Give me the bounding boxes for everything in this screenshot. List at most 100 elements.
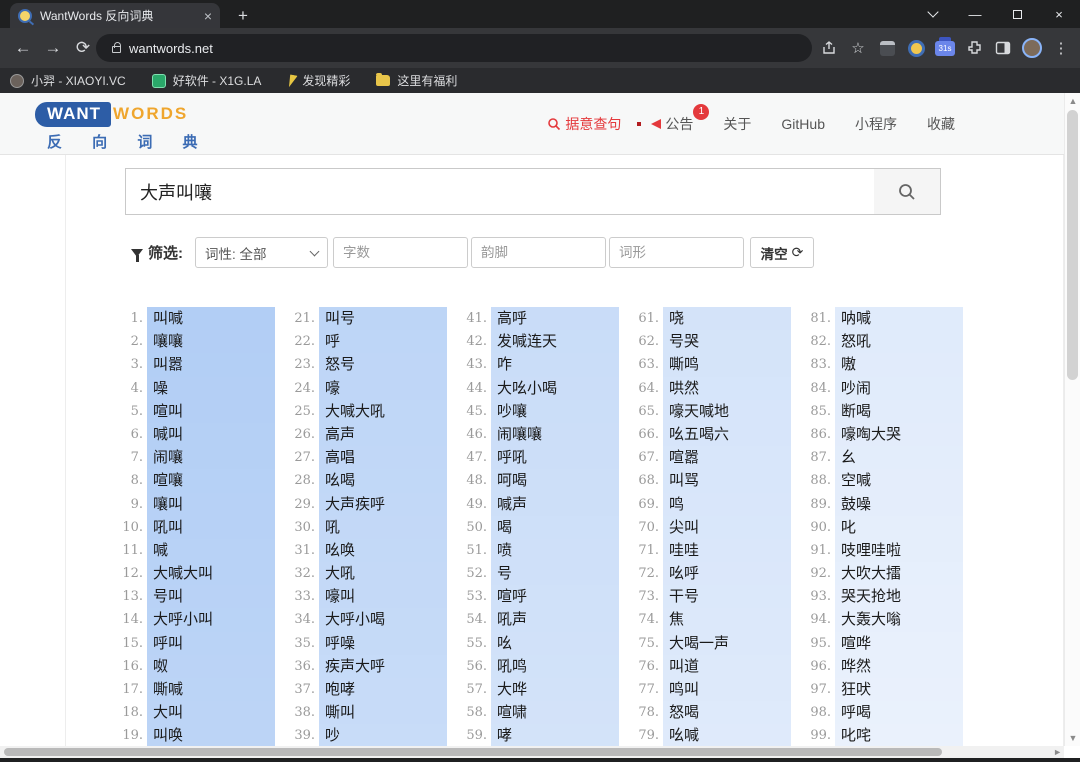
result-word[interactable]: 叫嚣 <box>147 353 275 376</box>
result-word[interactable]: 断喝 <box>835 400 963 423</box>
result-word[interactable]: 疾声大呼 <box>319 655 447 678</box>
result-word[interactable]: 大呼小叫 <box>147 608 275 631</box>
minimize-button[interactable]: — <box>954 0 996 28</box>
result-word[interactable]: 吆喊 <box>663 724 791 747</box>
result-word[interactable]: 嘶喊 <box>147 678 275 701</box>
tab-search-chevron-icon[interactable] <box>912 0 954 28</box>
result-word[interactable]: 怒号 <box>319 353 447 376</box>
menu-dots-icon[interactable]: ⋮ <box>1050 37 1072 59</box>
vertical-scroll-thumb[interactable] <box>1067 110 1078 380</box>
rhyme-filter-input[interactable] <box>471 237 606 268</box>
result-word[interactable]: 嘶鸣 <box>663 353 791 376</box>
result-word[interactable]: 喊声 <box>491 493 619 516</box>
result-word[interactable]: 喊 <box>147 539 275 562</box>
browser-tab[interactable]: WantWords 反向词典 × <box>10 3 220 28</box>
result-word[interactable]: 狂吠 <box>835 678 963 701</box>
nav-github[interactable]: GitHub <box>781 116 825 132</box>
result-word[interactable]: 哄然 <box>663 377 791 400</box>
result-word[interactable]: 嚷叫 <box>147 493 275 516</box>
refresh-icon[interactable]: ⟳ <box>68 38 98 58</box>
result-word[interactable]: 叫唤 <box>147 724 275 747</box>
bookmark-item[interactable]: 发现精彩 <box>287 72 350 89</box>
vertical-scrollbar[interactable]: ▲ ▼ <box>1064 93 1080 746</box>
bookmark-item[interactable]: 小羿 - XIAOYI.VC <box>10 72 126 89</box>
horizontal-scroll-thumb[interactable] <box>4 748 942 756</box>
result-word[interactable]: 大吹大擂 <box>835 562 963 585</box>
maximize-button[interactable] <box>996 0 1038 28</box>
result-word[interactable]: 呶 <box>147 655 275 678</box>
result-word[interactable]: 哇哇 <box>663 539 791 562</box>
result-word[interactable]: 嘶叫 <box>319 701 447 724</box>
result-word[interactable]: 大叫 <box>147 701 275 724</box>
forward-icon[interactable]: → <box>38 38 68 58</box>
result-word[interactable]: 大喊大吼 <box>319 400 447 423</box>
result-word[interactable]: 嚎叫 <box>319 585 447 608</box>
pos-filter-select[interactable]: 词性: 全部 <box>195 237 328 268</box>
result-word[interactable]: 喊叫 <box>147 423 275 446</box>
search-input[interactable] <box>125 168 875 215</box>
result-word[interactable]: 呼叫 <box>147 632 275 655</box>
result-word[interactable]: 喷 <box>491 539 619 562</box>
result-word[interactable]: 大吼 <box>319 562 447 585</box>
result-word[interactable]: 发喊连天 <box>491 330 619 353</box>
result-word[interactable]: 大声疾呼 <box>319 493 447 516</box>
result-word[interactable]: 号哭 <box>663 330 791 353</box>
nav-miniprogram[interactable]: 小程序 <box>855 114 897 134</box>
result-word[interactable]: 吆 <box>491 632 619 655</box>
scroll-right-icon[interactable]: ► <box>1053 746 1062 758</box>
wantwords-logo[interactable]: WANTWORDS 反 向 词 典 <box>35 102 211 152</box>
result-word[interactable]: 吵闹 <box>835 377 963 400</box>
result-word[interactable]: 吼叫 <box>147 516 275 539</box>
horizontal-scrollbar[interactable]: ► <box>0 746 1064 758</box>
result-word[interactable]: 咆哮 <box>319 678 447 701</box>
result-word[interactable]: 大喊大叫 <box>147 562 275 585</box>
nav-sentence-search[interactable]: 据意查句 <box>547 114 621 134</box>
result-word[interactable]: 干号 <box>663 585 791 608</box>
result-word[interactable]: 呼吼 <box>491 446 619 469</box>
result-word[interactable]: 喧哗 <box>835 632 963 655</box>
result-word[interactable]: 高唱 <box>319 446 447 469</box>
result-word[interactable]: 大呼小喝 <box>319 608 447 631</box>
result-word[interactable]: 呼噪 <box>319 632 447 655</box>
result-word[interactable]: 吆喝 <box>319 469 447 492</box>
result-word[interactable]: 呵喝 <box>491 469 619 492</box>
result-word[interactable]: 咋 <box>491 353 619 376</box>
nav-announcements[interactable]: 公告 1 <box>651 114 693 134</box>
result-word[interactable]: 嚷嚷 <box>147 330 275 353</box>
result-word[interactable]: 怒吼 <box>835 330 963 353</box>
new-tab-button[interactable]: + <box>232 5 254 27</box>
result-word[interactable]: 呐喊 <box>835 307 963 330</box>
scroll-up-icon[interactable]: ▲ <box>1065 96 1080 106</box>
result-word[interactable]: 哭天抢地 <box>835 585 963 608</box>
result-word[interactable]: 喝 <box>491 516 619 539</box>
result-word[interactable]: 吆呼 <box>663 562 791 585</box>
result-word[interactable]: 呼 <box>319 330 447 353</box>
result-word[interactable]: 空喊 <box>835 469 963 492</box>
result-word[interactable]: 尖叫 <box>663 516 791 539</box>
result-word[interactable]: 吼声 <box>491 608 619 631</box>
profile-avatar[interactable] <box>1021 37 1043 59</box>
result-word[interactable]: 鸣叫 <box>663 678 791 701</box>
nav-about[interactable]: 关于 <box>723 114 751 134</box>
result-word[interactable]: 大轰大嗡 <box>835 608 963 631</box>
result-word[interactable]: 吵嚷 <box>491 400 619 423</box>
result-word[interactable]: 号叫 <box>147 585 275 608</box>
result-word[interactable]: 鸣 <box>663 493 791 516</box>
result-word[interactable]: 叫喊 <box>147 307 275 330</box>
result-word[interactable]: 吱哩哇啦 <box>835 539 963 562</box>
result-word[interactable]: 嗷 <box>835 353 963 376</box>
result-word[interactable]: 吆五喝六 <box>663 423 791 446</box>
result-word[interactable]: 喧嚣 <box>663 446 791 469</box>
result-word[interactable]: 喧啸 <box>491 701 619 724</box>
scroll-down-icon[interactable]: ▼ <box>1065 733 1080 743</box>
result-word[interactable]: 喧叫 <box>147 400 275 423</box>
close-button[interactable]: × <box>1038 0 1080 28</box>
result-word[interactable]: 号 <box>491 562 619 585</box>
extensions-puzzle-icon[interactable] <box>963 37 985 59</box>
bookmark-item[interactable]: 好软件 - X1G.LA <box>152 72 262 89</box>
nav-favorites[interactable]: 收藏 <box>927 114 955 134</box>
result-word[interactable]: 幺 <box>835 446 963 469</box>
tab-close-icon[interactable]: × <box>204 8 212 24</box>
result-word[interactable]: 闹嚷 <box>147 446 275 469</box>
result-word[interactable]: 叫道 <box>663 655 791 678</box>
